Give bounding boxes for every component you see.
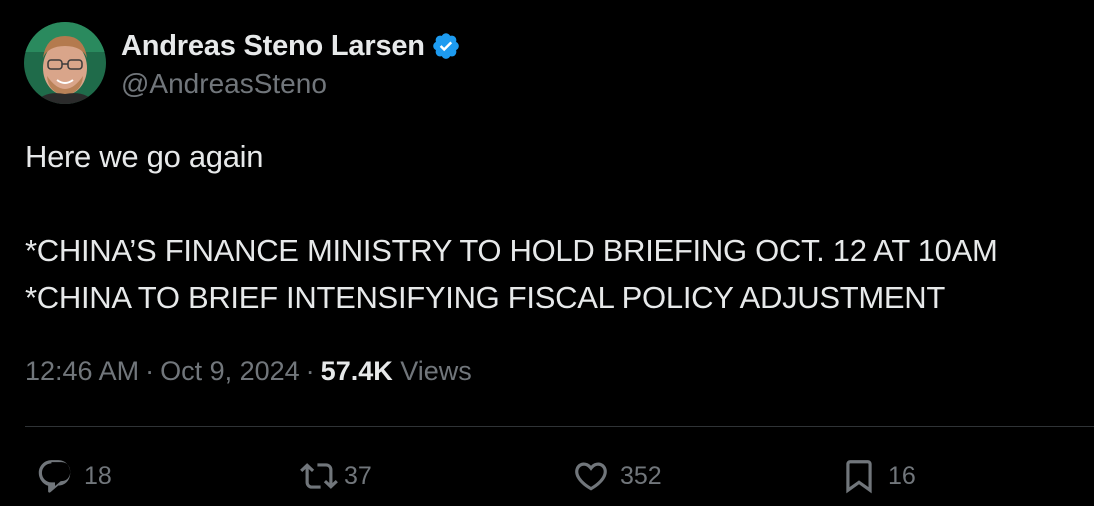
author-handle[interactable]: @AndreasSteno — [121, 68, 461, 100]
tweet-header: Andreas Steno Larsen @AndreasSteno — [24, 22, 461, 104]
author-names: Andreas Steno Larsen @AndreasSteno — [121, 26, 461, 100]
tweet-line: *CHINA TO BRIEF INTENSIFYING FISCAL POLI… — [25, 280, 946, 315]
tweet-text: Here we go again *CHINA’S FINANCE MINIST… — [25, 133, 1085, 321]
like-button[interactable]: 352 — [572, 452, 662, 500]
reply-icon — [36, 457, 74, 495]
repost-icon — [300, 457, 338, 495]
repost-button[interactable]: 37 — [300, 452, 372, 500]
bookmark-icon — [840, 457, 878, 495]
like-count: 352 — [620, 461, 662, 490]
tweet-line: Here we go again — [25, 139, 264, 174]
verified-badge-icon[interactable] — [431, 31, 461, 61]
display-name[interactable]: Andreas Steno Larsen — [121, 30, 425, 63]
tweet-line: *CHINA’S FINANCE MINISTRY TO HOLD BRIEFI… — [25, 233, 998, 268]
bookmark-count: 16 — [888, 461, 916, 490]
tweet-time[interactable]: 12:46 AM — [25, 356, 139, 386]
tweet-card: Andreas Steno Larsen @AndreasSteno Here … — [0, 0, 1094, 506]
bookmark-button[interactable]: 16 — [840, 452, 916, 500]
views-label: Views — [400, 356, 472, 386]
heart-icon — [572, 457, 610, 495]
divider — [25, 426, 1094, 427]
reply-button[interactable]: 18 — [36, 452, 112, 500]
tweet-meta: 12:46 AM · Oct 9, 2024 · 57.4K Views — [25, 356, 472, 387]
meta-separator: · — [305, 356, 315, 386]
reply-count: 18 — [84, 461, 112, 490]
action-bar: 18 37 352 16 — [0, 452, 1094, 500]
repost-count: 37 — [344, 461, 372, 490]
name-row: Andreas Steno Larsen — [121, 26, 461, 66]
avatar[interactable] — [24, 22, 106, 104]
tweet-date[interactable]: Oct 9, 2024 — [160, 356, 300, 386]
meta-separator: · — [145, 356, 155, 386]
views-count: 57.4K — [320, 356, 393, 386]
